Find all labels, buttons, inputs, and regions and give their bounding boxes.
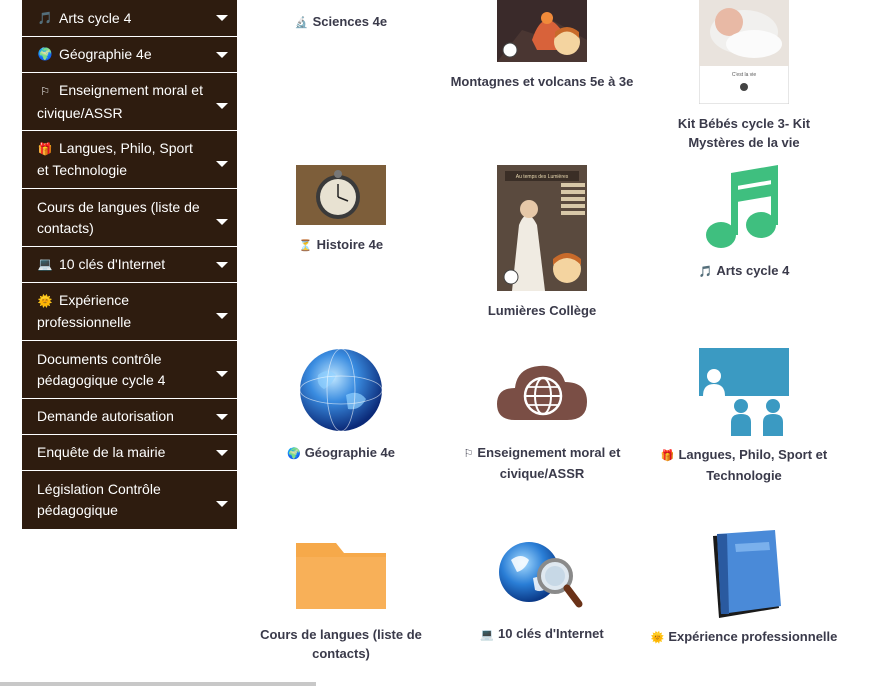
laptop-icon: 💻	[480, 629, 494, 641]
tile-label[interactable]: ⚐ Enseignement moral et civique/ASSR	[447, 443, 637, 483]
tile-montagnes-volcans[interactable]: Montagnes et volcans 5e à 3e	[447, 0, 637, 91]
tile-enseignement-moral[interactable]: ⚐ Enseignement moral et civique/ASSR	[447, 358, 637, 483]
tile-label[interactable]: 🌍 Géographie 4e	[246, 443, 436, 464]
chevron-down-icon[interactable]	[216, 413, 228, 420]
sun-icon: 🌞	[37, 294, 53, 308]
tile-sciences-4e[interactable]: 🔬 Sciences 4e	[246, 6, 436, 33]
tile-histoire-4e[interactable]: ⏳ Histoire 4e	[246, 165, 436, 256]
chevron-down-icon[interactable]	[216, 261, 228, 268]
microscope-icon: 🔬	[294, 17, 309, 29]
tile-label[interactable]: 🔬 Sciences 4e	[246, 12, 436, 33]
book-icon[interactable]	[699, 530, 789, 620]
flag-icon: ⚐	[40, 85, 50, 98]
sidebar-item-label: 10 clés d'Internet	[59, 256, 166, 272]
tile-langues-philo[interactable]: 🎁 Langues, Philo, Sport et Technologie	[649, 348, 839, 485]
sidebar-item-text: Langues, Philo, Sport et Technologie	[37, 140, 193, 178]
tile-arts-cycle-4[interactable]: 🎵 Arts cycle 4	[649, 165, 839, 282]
sidebar-item-enquete-mairie[interactable]: Enquête de la mairie	[22, 435, 237, 471]
classroom-icon[interactable]	[699, 348, 789, 436]
gift-icon: 🎁	[660, 450, 675, 462]
sidebar-item-legislation[interactable]: Législation Contrôle pédagogique	[22, 471, 237, 529]
music-note-icon: 🎵	[698, 266, 713, 278]
sidebar-item-enseignement-moral[interactable]: ⚐ Enseignement moral et civique/ASSR	[22, 73, 237, 131]
sidebar-item-label: Demande autorisation	[37, 408, 174, 424]
tile-label[interactable]: Montagnes et volcans 5e à 3e	[447, 72, 637, 91]
sidebar-item-cours-de-langues[interactable]: Cours de langues (liste de contacts)	[22, 189, 237, 247]
tile-label-text: Langues, Philo, Sport et Technologie	[678, 447, 828, 483]
laptop-icon: 💻	[37, 257, 53, 271]
sidebar-item-documents-controle[interactable]: Documents contrôle pédagogique cycle 4	[22, 341, 237, 399]
tile-lumieres-college[interactable]: Au temps des Lumières Lumières Collège	[447, 165, 637, 320]
tile-label-text: Histoire 4e	[316, 237, 384, 252]
music-note-icon[interactable]	[699, 165, 789, 255]
baby-thumbnail[interactable]: C'est la vie	[699, 0, 789, 104]
sidebar-item-text: Enseignement moral et civique/ASSR	[37, 81, 203, 121]
lumieres-thumbnail[interactable]: Au temps des Lumières	[497, 165, 587, 291]
sidebar-item-geographie-4e[interactable]: 🌍 Géographie 4e	[22, 37, 237, 73]
globe-search-icon[interactable]	[497, 538, 587, 610]
tile-label[interactable]: ⏳ Histoire 4e	[246, 235, 436, 256]
tile-10-cles-internet[interactable]: 💻 10 clés d'Internet	[447, 538, 637, 645]
sidebar-menu: 🎵 Arts cycle 4 🌍 Géographie 4e ⚐ Enseigne…	[22, 0, 237, 529]
sidebar-item-label: Documents contrôle pédagogique cycle 4	[37, 350, 166, 388]
chevron-down-icon[interactable]	[216, 312, 228, 319]
tile-kit-bebes[interactable]: C'est la vie Kit Bébés cycle 3- Kit Myst…	[649, 0, 839, 152]
flag-icon: ⚐	[463, 448, 474, 460]
sidebar-item-label: Législation Contrôle pédagogique	[37, 481, 161, 518]
globe-icon[interactable]	[296, 345, 386, 435]
sidebar-item-label: Géographie 4e	[59, 46, 152, 62]
cloud-globe-icon[interactable]	[497, 358, 587, 422]
folder-icon[interactable]	[296, 539, 386, 611]
globe-icon: 🌍	[286, 448, 301, 460]
sun-icon: 🌞	[650, 632, 665, 644]
tile-label-text: Sciences 4e	[312, 14, 388, 29]
tile-label[interactable]: Kit Bébés cycle 3- Kit Mystères de la vi…	[649, 114, 839, 152]
thumbnail-caption: C'est la vie	[732, 72, 757, 78]
tile-label[interactable]: 🎁 Langues, Philo, Sport et Technologie	[649, 445, 839, 485]
music-note-icon: 🎵	[37, 10, 53, 25]
sidebar-item-label: Cours de langues (liste de contacts)	[37, 198, 200, 236]
tile-label-text: 10 clés d'Internet	[498, 626, 604, 641]
chevron-down-icon[interactable]	[216, 102, 228, 109]
chevron-down-icon[interactable]	[216, 15, 228, 21]
sidebar-item-arts-cycle-4[interactable]: 🎵 Arts cycle 4	[22, 0, 237, 37]
sidebar-item-label: 🎁 Langues, Philo, Sport et Technologie	[37, 138, 203, 181]
sidebar-item-experience-pro[interactable]: 🌞 Expérience professionnelle	[22, 283, 237, 341]
tile-label-text: Enseignement moral et civique/ASSR	[477, 445, 621, 481]
chevron-down-icon[interactable]	[216, 160, 228, 167]
tile-label-text: Expérience professionnelle	[668, 629, 838, 644]
tile-label-text: Arts cycle 4	[716, 263, 790, 278]
sidebar-item-label: ⚐ Enseignement moral et civique/ASSR	[37, 80, 203, 124]
sidebar-item-label: Enquête de la mairie	[37, 444, 166, 460]
tile-geographie-4e[interactable]: 🌍 Géographie 4e	[246, 345, 436, 464]
thumbnail-caption: Au temps des Lumières	[516, 174, 569, 180]
chevron-down-icon[interactable]	[216, 51, 228, 58]
chevron-down-icon[interactable]	[216, 501, 228, 507]
chevron-down-icon[interactable]	[216, 218, 228, 225]
tile-cours-de-langues[interactable]: Cours de langues (liste de contacts)	[246, 539, 436, 663]
sidebar-item-demande-autorisation[interactable]: Demande autorisation	[22, 399, 237, 435]
tile-label[interactable]: Cours de langues (liste de contacts)	[246, 625, 436, 663]
hourglass-icon: ⏳	[298, 240, 313, 252]
volcano-thumbnail[interactable]	[497, 0, 587, 62]
tile-label[interactable]: 💻 10 clés d'Internet	[447, 624, 637, 645]
tile-experience-pro[interactable]: 🌞 Expérience professionnelle	[649, 530, 839, 648]
horizontal-scrollbar[interactable]	[0, 682, 316, 686]
tile-label[interactable]: Lumières Collège	[447, 301, 637, 320]
tile-label[interactable]: 🎵 Arts cycle 4	[649, 261, 839, 282]
gift-icon: 🎁	[37, 142, 53, 156]
sidebar-item-10-cles-internet[interactable]: 💻 10 clés d'Internet	[22, 247, 237, 283]
chevron-down-icon[interactable]	[216, 449, 228, 456]
pocket-watch-thumbnail[interactable]	[296, 165, 386, 225]
tile-label-text: Géographie 4e	[304, 445, 395, 460]
globe-icon: 🌍	[37, 47, 53, 61]
sidebar-item-label: 🌞 Expérience professionnelle	[37, 290, 203, 333]
chevron-down-icon[interactable]	[216, 370, 228, 377]
sidebar-item-langues-philo[interactable]: 🎁 Langues, Philo, Sport et Technologie	[22, 131, 237, 189]
tile-label[interactable]: 🌞 Expérience professionnelle	[649, 627, 839, 648]
sidebar-item-label: Arts cycle 4	[59, 9, 132, 26]
